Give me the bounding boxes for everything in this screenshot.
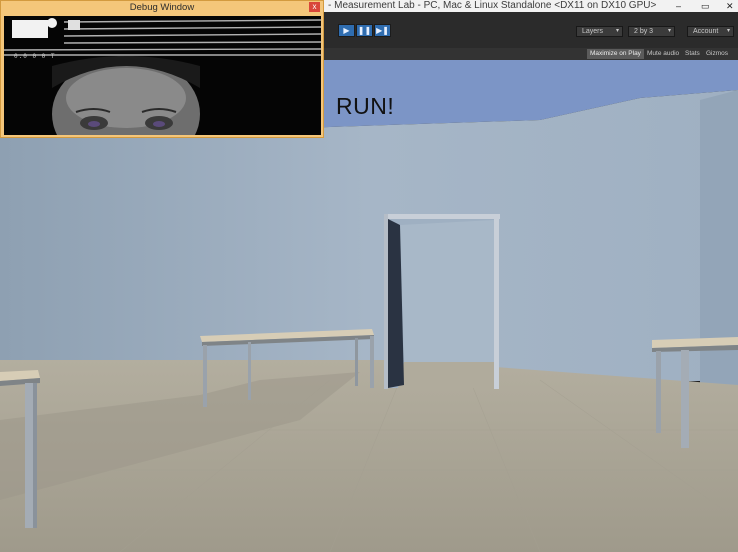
account-label: Account [693,28,719,35]
step-icon: ▶❚ [376,26,389,35]
play-button[interactable]: ▶ [338,24,355,37]
debug-window-title: Debug Window [129,2,195,13]
maximize-button[interactable]: ▭ [701,0,710,12]
gizmos-dropdown[interactable]: Gizmos [703,49,731,59]
debug-close-button[interactable]: x [309,2,320,12]
debug-window[interactable]: Debug Window x 0.0 0 0 T [0,0,324,138]
step-button[interactable]: ▶❚ [374,24,391,37]
pause-button[interactable]: ❚❚ [356,24,373,37]
debug-readout: 0.0 0 0 T [14,53,56,60]
window-title: - Measurement Lab - PC, Mac & Linux Stan… [328,0,657,11]
layout-label: 2 by 3 [634,28,654,35]
doorway [384,214,500,389]
pause-icon: ❚❚ [357,26,372,35]
window-close-button[interactable]: ✕ [726,0,734,12]
tracking-mask [12,20,48,38]
layers-dropdown[interactable]: Layers ▾ [576,26,623,37]
account-dropdown[interactable]: Account ▾ [687,26,734,37]
layout-dropdown[interactable]: 2 by 3 ▾ [628,26,675,37]
play-icon: ▶ [343,26,350,35]
hud-run-text: RUN! [336,93,395,119]
maximize-on-play-toggle[interactable]: Maximize on Play [587,49,644,59]
game-view-toolbar: Maximize on Play Mute audio Stats Gizmos [322,48,738,60]
layers-label: Layers [582,28,604,35]
webcam-image [4,16,321,135]
close-icon: x [312,2,317,11]
stats-toggle[interactable]: Stats [682,49,703,59]
chevron-down-icon: ▾ [615,28,619,34]
webcam-feed: 0.0 0 0 T [4,16,321,135]
chevron-down-icon: ▾ [667,28,671,34]
chevron-down-icon: ▾ [726,28,730,34]
minimize-button[interactable]: – [676,0,681,12]
mute-audio-toggle[interactable]: Mute audio [644,49,682,59]
